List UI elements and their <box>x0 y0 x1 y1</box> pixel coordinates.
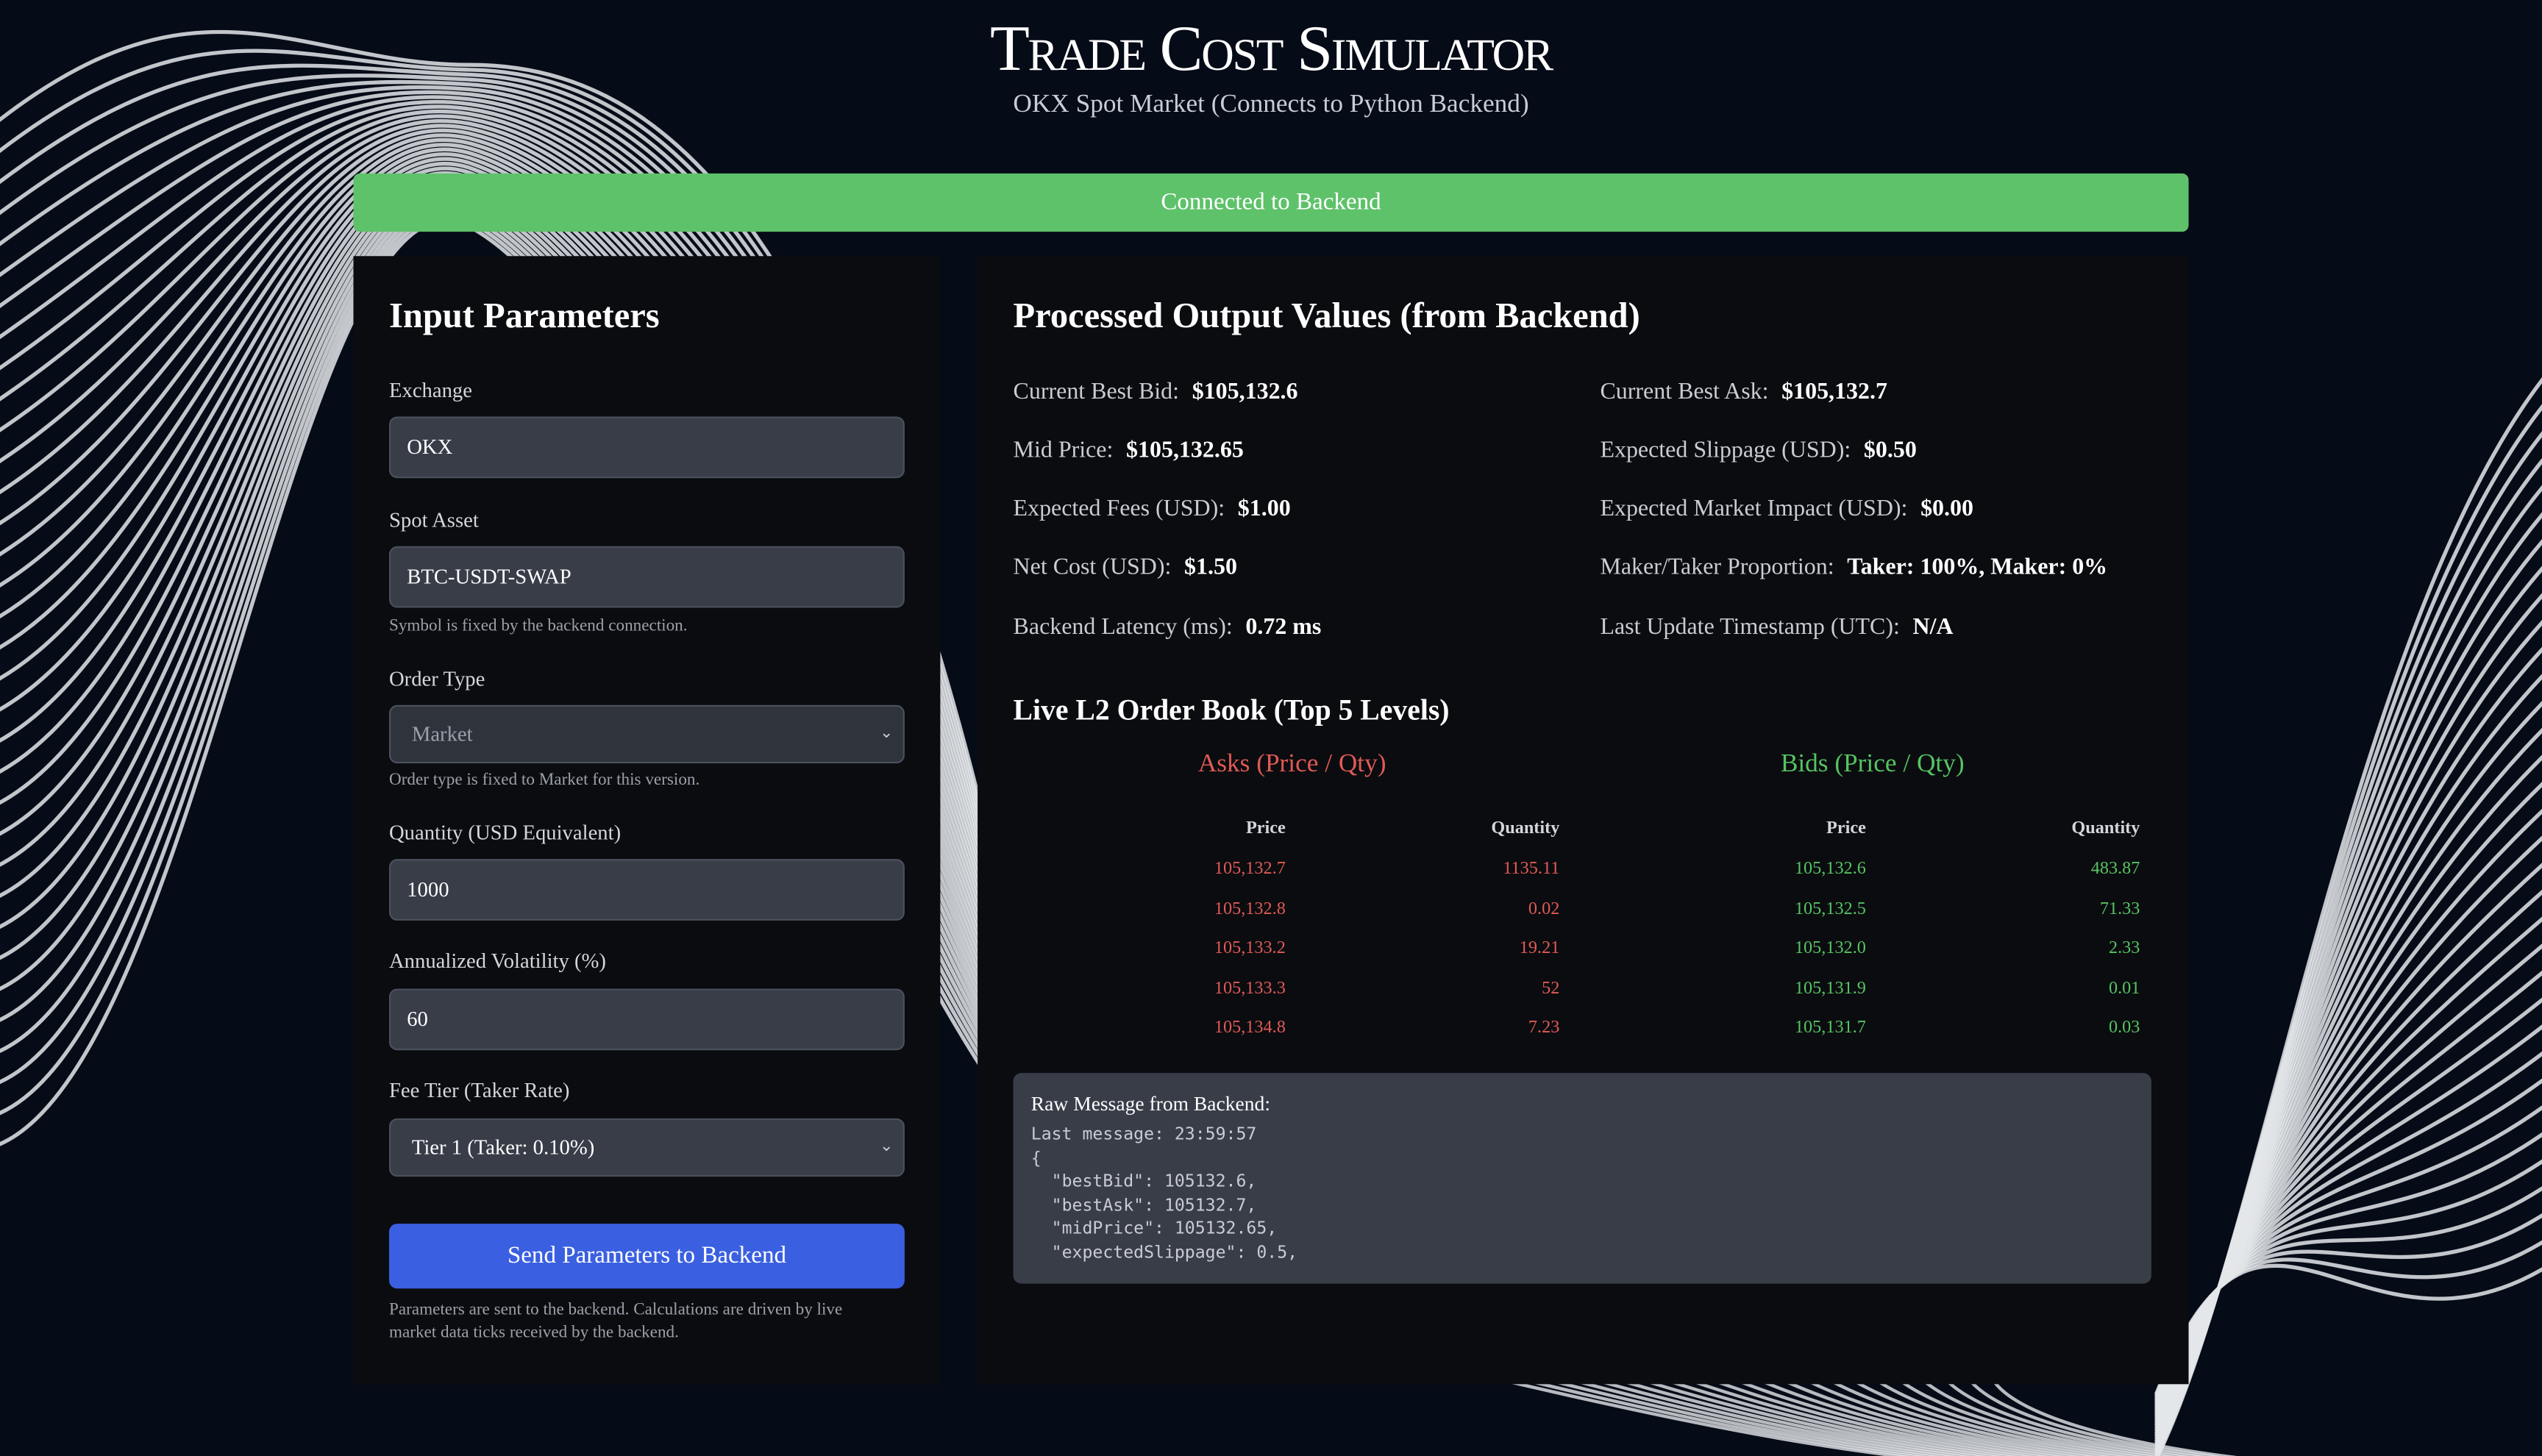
bid-quantity-cell: 0.03 <box>2108 1018 2140 1038</box>
order-book-title: Live L2 Order Book (Top 5 Levels) <box>1013 693 1450 727</box>
ask-quantity-cell: 0.02 <box>1528 899 1560 918</box>
asks-price-header: Price <box>1245 818 1286 838</box>
quantity-label: Quantity (USD Equivalent) <box>388 820 622 845</box>
output-panel-title: Processed Output Values (from Backend) <box>1013 295 1640 336</box>
fee-tier-label: Fee Tier (Taker Rate) <box>388 1077 570 1102</box>
raw-message-content: Last message: 23:59:57 { "bestBid": 1051… <box>1030 1124 1298 1262</box>
order-type-label: Order Type <box>388 665 485 690</box>
fee-tier-select[interactable]: Tier 1 (Taker: 0.10%) ⌄ <box>388 1118 905 1177</box>
metric-best-bid: Current Best Bid: $105,132.6 <box>1013 379 1298 406</box>
order-type-value: Market <box>411 721 473 746</box>
volatility-label: Annualized Volatility (%) <box>388 948 606 973</box>
chevron-down-icon: ⌄ <box>879 1138 894 1156</box>
spot-asset-hint: Symbol is fixed by the backend connectio… <box>388 617 688 636</box>
bid-price-cell: 105,131.7 <box>1794 1018 1866 1038</box>
bids-heading: Bids (Price / Qty) <box>1780 750 1965 778</box>
output-values-panel: Processed Output Values (from Backend) C… <box>978 256 2189 1385</box>
chevron-down-icon: ⌄ <box>879 724 894 743</box>
bid-quantity-cell: 2.33 <box>2108 938 2140 959</box>
bid-price-cell: 105,131.9 <box>1794 978 1866 999</box>
page-subtitle: OKX Spot Market (Connects to Python Back… <box>1013 90 1529 118</box>
metric-market-impact: Expected Market Impact (USD): $0.00 <box>1600 496 1973 522</box>
bid-price-cell: 105,132.0 <box>1794 938 1866 959</box>
ask-price-cell: 105,133.3 <box>1214 978 1286 999</box>
metric-net-cost: Net Cost (USD): $1.50 <box>1013 554 1237 581</box>
ask-price-cell: 105,132.8 <box>1214 899 1286 918</box>
metric-expected-slippage: Expected Slippage (USD): $0.50 <box>1600 438 1917 464</box>
bid-price-cell: 105,132.5 <box>1794 899 1866 918</box>
exchange-input[interactable]: OKX <box>388 416 905 479</box>
raw-message-box: Raw Message from Backend: Last message: … <box>1013 1073 2151 1284</box>
ask-quantity-cell: 7.23 <box>1528 1018 1560 1038</box>
bids-quantity-header: Quantity <box>2071 818 2140 838</box>
metric-backend-latency: Backend Latency (ms): 0.72 ms <box>1013 614 1322 640</box>
send-parameters-button[interactable]: Send Parameters to Backend <box>388 1224 905 1289</box>
ask-price-cell: 105,133.2 <box>1214 938 1286 959</box>
metric-expected-fees: Expected Fees (USD): $1.00 <box>1013 496 1291 522</box>
fee-tier-value: Tier 1 (Taker: 0.10%) <box>411 1134 595 1159</box>
parameters-footnote: Parameters are sent to the backend. Calc… <box>388 1301 843 1342</box>
bid-quantity-cell: 0.01 <box>2108 978 2140 999</box>
spot-asset-label: Spot Asset <box>388 507 479 532</box>
bids-price-header: Price <box>1826 818 1866 838</box>
input-parameters-panel: Input Parameters Exchange OKX Spot Asset… <box>353 256 941 1385</box>
order-type-hint: Order type is fixed to Market for this v… <box>388 771 700 790</box>
bid-quantity-cell: 71.33 <box>2099 899 2140 918</box>
spot-asset-input[interactable]: BTC-USDT-SWAP <box>388 546 905 608</box>
bid-price-cell: 105,132.6 <box>1794 859 1866 879</box>
metric-last-update: Last Update Timestamp (UTC): N/A <box>1600 614 1954 640</box>
bid-quantity-cell: 483.87 <box>2090 859 2140 879</box>
volatility-input[interactable]: 60 <box>388 988 905 1051</box>
order-type-select[interactable]: Market ⌄ <box>388 704 905 764</box>
ask-quantity-cell: 52 <box>1542 978 1560 999</box>
quantity-input[interactable]: 1000 <box>388 859 905 921</box>
ask-price-cell: 105,134.8 <box>1214 1018 1286 1038</box>
ask-quantity-cell: 19.21 <box>1519 938 1560 959</box>
page-title: Trade Cost Simulator <box>989 11 1553 85</box>
ask-price-cell: 105,132.7 <box>1214 859 1286 879</box>
ask-quantity-cell: 1135.11 <box>1503 859 1560 879</box>
metric-best-ask: Current Best Ask: $105,132.7 <box>1600 379 1887 406</box>
connection-status-banner: Connected to Backend <box>353 173 2189 232</box>
exchange-label: Exchange <box>388 377 472 402</box>
asks-quantity-header: Quantity <box>1491 818 1560 838</box>
metric-mid-price: Mid Price: $105,132.65 <box>1013 438 1244 464</box>
raw-message-label: Raw Message from Backend: <box>1030 1092 1270 1116</box>
metric-maker-taker: Maker/Taker Proportion: Taker: 100%, Make… <box>1600 554 2108 581</box>
asks-heading: Asks (Price / Qty) <box>1197 750 1386 778</box>
input-panel-title: Input Parameters <box>388 295 660 336</box>
